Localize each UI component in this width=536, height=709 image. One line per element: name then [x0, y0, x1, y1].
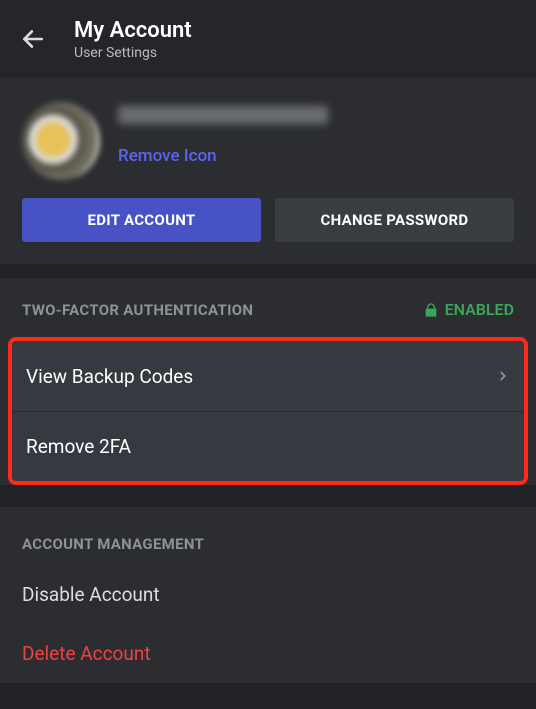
tfa-status: ENABLED [423, 300, 514, 319]
account-management-section: ACCOUNT MANAGEMENT Disable Account Delet… [0, 507, 536, 683]
tfa-section: TWO-FACTOR AUTHENTICATION ENABLED View B… [0, 278, 536, 485]
divider [0, 264, 536, 278]
profile-section: Remove Icon EDIT ACCOUNT CHANGE PASSWORD [0, 78, 536, 264]
remove-2fa-label: Remove 2FA [26, 435, 131, 458]
lock-icon [423, 302, 439, 318]
chevron-right-icon [496, 369, 510, 383]
tfa-status-label: ENABLED [445, 300, 514, 319]
view-backup-codes-row[interactable]: View Backup Codes [12, 341, 524, 411]
profile-row: Remove Icon [0, 78, 536, 198]
page-title: My Account [74, 18, 192, 43]
username-blurred [118, 106, 328, 124]
view-backup-codes-label: View Backup Codes [26, 365, 193, 388]
highlight-box: View Backup Codes Remove 2FA [8, 337, 528, 485]
divider [0, 493, 536, 507]
disable-account-label: Disable Account [22, 583, 514, 606]
header: My Account User Settings [0, 0, 536, 78]
tfa-header: TWO-FACTOR AUTHENTICATION ENABLED [0, 278, 536, 329]
delete-account-row[interactable]: Delete Account [0, 624, 536, 683]
page-subtitle: User Settings [74, 45, 192, 61]
remove-2fa-row[interactable]: Remove 2FA [12, 411, 524, 481]
change-password-button[interactable]: CHANGE PASSWORD [275, 198, 514, 242]
mgmt-title: ACCOUNT MANAGEMENT [22, 535, 204, 553]
remove-icon-link[interactable]: Remove Icon [118, 146, 328, 166]
profile-info: Remove Icon [118, 102, 328, 166]
mgmt-header: ACCOUNT MANAGEMENT [0, 507, 536, 565]
header-text: My Account User Settings [74, 18, 192, 61]
back-arrow-icon[interactable] [20, 26, 46, 52]
tfa-title: TWO-FACTOR AUTHENTICATION [22, 301, 253, 319]
disable-account-row[interactable]: Disable Account [0, 565, 536, 624]
edit-account-button[interactable]: EDIT ACCOUNT [22, 198, 261, 242]
button-row: EDIT ACCOUNT CHANGE PASSWORD [0, 198, 536, 264]
avatar[interactable] [22, 102, 100, 180]
delete-account-label: Delete Account [22, 642, 514, 665]
